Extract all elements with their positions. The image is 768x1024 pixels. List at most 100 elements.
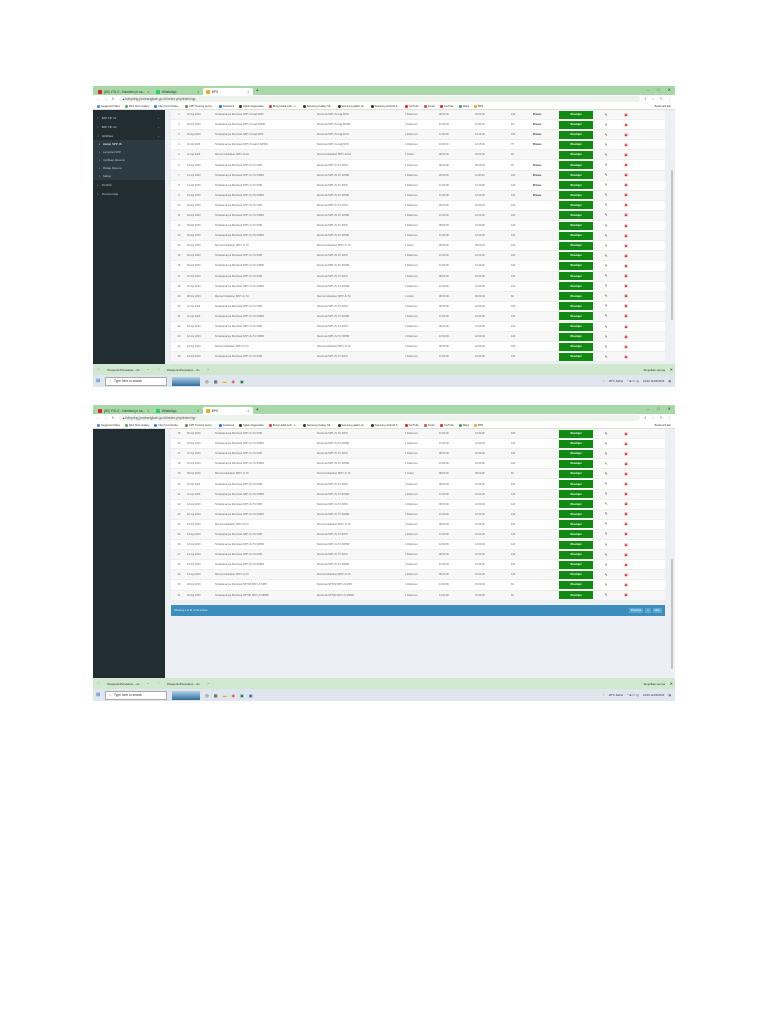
windows-icon[interactable]: ⊞ <box>96 692 100 698</box>
sidebar-item[interactable]: ○ Abdifikas ‹ <box>93 131 165 140</box>
edit-icon[interactable]: ✎ <box>593 224 619 228</box>
download-item[interactable]: PelaporanPerwalaus....xls <box>167 368 199 372</box>
edit-icon[interactable]: ✎ <box>593 133 619 137</box>
approve-button[interactable]: Disetujui <box>559 570 593 579</box>
new-tab-button[interactable]: + <box>256 88 259 94</box>
page-1-button[interactable]: 1 <box>645 607 651 613</box>
forward-icon[interactable]: → <box>104 97 107 101</box>
delete-icon[interactable]: ▣ <box>619 502 633 506</box>
approve-button[interactable]: Disetujui <box>559 211 593 220</box>
delete-icon[interactable]: ▣ <box>619 304 633 308</box>
download-item[interactable]: PelaporanPerwalaus....xls <box>107 682 139 686</box>
bookmark-item[interactable]: CPP Training perup... <box>184 104 214 108</box>
edit-icon[interactable]: ✎ <box>593 442 619 446</box>
delete-icon[interactable]: ▣ <box>619 472 633 476</box>
tab-bps[interactable]: BPS ✕ <box>202 88 253 95</box>
approve-button[interactable]: Disetujui <box>559 181 593 190</box>
approve-button[interactable]: Disetujui <box>559 191 593 200</box>
bookmark-item[interactable]: Samsung galaxi s4... <box>337 423 366 427</box>
menu-icon[interactable]: ⋮ <box>668 97 671 101</box>
edit-icon[interactable]: ✎ <box>593 492 619 496</box>
maximize-icon[interactable]: □ <box>657 87 659 92</box>
approve-button[interactable]: Disetujui <box>559 110 593 119</box>
url-input[interactable]: 🔒︎ kdhpring.jombangkab.go.id/index.php/i… <box>118 96 640 102</box>
close-window-icon[interactable]: ✕ <box>668 406 671 411</box>
approve-button[interactable]: Disetujui <box>559 130 593 139</box>
approve-button[interactable]: Disetujui <box>559 510 593 519</box>
bookmark-item[interactable]: Web Slice Gallery <box>124 104 149 108</box>
chevron-up-icon[interactable]: ^ <box>208 368 209 372</box>
approve-button[interactable]: Disetujui <box>559 312 593 321</box>
download-item[interactable]: PelaporanPerwalaus....xls <box>167 682 199 686</box>
delete-icon[interactable]: ▣ <box>619 355 633 359</box>
approve-button[interactable]: Disetujui <box>559 530 593 539</box>
delete-icon[interactable]: ▣ <box>619 123 633 127</box>
new-tab-button[interactable]: + <box>256 407 259 413</box>
excel-icon[interactable]: ▣ <box>240 379 244 384</box>
tray-icons[interactable]: ^ ⊕ ▭ ◁) <box>627 379 639 383</box>
approve-button[interactable]: Disetujui <box>559 231 593 240</box>
taskbar-search[interactable]: ⌕ Type here to search <box>105 690 168 700</box>
notification-icon[interactable]: ▤ <box>668 693 671 697</box>
puzzle-icon[interactable]: ✎ <box>660 97 663 101</box>
clock[interactable]: 14:02 11/05/2023 <box>643 379 665 383</box>
bookmark-item[interactable]: Maps <box>458 423 469 427</box>
delete-icon[interactable]: ▣ <box>619 314 633 318</box>
delete-icon[interactable]: ▣ <box>619 543 633 547</box>
chrome-icon[interactable]: ◉ <box>231 379 235 384</box>
edit-icon[interactable]: ✎ <box>593 213 619 217</box>
sidebar-item[interactable]: ▪ Verifikasi Absensi <box>93 156 165 164</box>
delete-icon[interactable]: ▣ <box>619 482 633 486</box>
approve-button[interactable]: Disetujui <box>559 500 593 509</box>
delete-icon[interactable]: ▣ <box>619 163 633 167</box>
maximize-icon[interactable]: □ <box>657 406 659 411</box>
task-view-icon[interactable]: ◎ <box>205 693 209 698</box>
download-item[interactable]: PelaporanPerwalaus....xls <box>107 368 139 372</box>
edit-icon[interactable]: ✎ <box>593 264 619 268</box>
other-bookmarks[interactable]: Bookmark lain <box>655 424 671 427</box>
approve-button[interactable]: Disetujui <box>559 332 593 341</box>
show-all-link[interactable]: Tampilkan semua <box>643 368 665 372</box>
show-all-link[interactable]: Tampilkan semua <box>643 682 665 686</box>
approve-button[interactable]: Disetujui <box>559 251 593 260</box>
approve-button[interactable]: Disetujui <box>559 120 593 129</box>
edit-icon[interactable]: ✎ <box>593 294 619 298</box>
puzzle-icon[interactable]: ✎ <box>660 416 663 420</box>
notification-icon[interactable]: ▤ <box>668 379 671 383</box>
approve-button[interactable]: Disetujui <box>559 469 593 478</box>
bookmark-item[interactable]: Bong Halak Leih - L... <box>268 104 298 108</box>
approve-button[interactable]: Disetujui <box>559 459 593 468</box>
sidebar-item[interactable]: ○ Preview Help <box>93 189 165 198</box>
sidebar-item[interactable]: ▪ Rekap Absensi <box>93 164 165 172</box>
edit-icon[interactable]: ✎ <box>593 543 619 547</box>
close-icon[interactable]: ✕ <box>247 409 250 413</box>
delete-icon[interactable]: ▣ <box>619 274 633 278</box>
bookmark-item[interactable]: Maps <box>458 104 469 108</box>
bookmark-item[interactable]: Suggested Sites <box>97 104 120 108</box>
bookmark-item[interactable]: bgikim.bigpesiaku <box>239 423 264 427</box>
sidebar-item[interactable]: ▪ Harian SPP JS <box>93 140 165 148</box>
delete-icon[interactable]: ▣ <box>619 284 633 288</box>
tab-youtube[interactable]: (80) YOLO - Hamilani pi na... ✕ <box>95 88 153 95</box>
bookmark-item[interactable]: Web Slice Gallery <box>124 423 149 427</box>
approve-button[interactable]: Disetujui <box>559 520 593 529</box>
delete-icon[interactable]: ▣ <box>619 452 633 456</box>
approve-button[interactable]: Disetujui <box>559 429 593 438</box>
delete-icon[interactable]: ▣ <box>619 183 633 187</box>
edit-icon[interactable]: ✎ <box>593 482 619 486</box>
approve-button[interactable]: Disetujui <box>559 161 593 170</box>
tab-whatsapp[interactable]: WhatsApp ✕ <box>153 88 203 95</box>
approve-button[interactable]: Disetujui <box>559 221 593 230</box>
close-icon[interactable]: ✕ <box>197 409 200 413</box>
edit-icon[interactable]: ✎ <box>593 593 619 597</box>
tab-bps[interactable]: BPS ✕ <box>202 407 253 414</box>
other-bookmarks[interactable]: Bookmark lain <box>655 105 671 108</box>
delete-icon[interactable]: ▣ <box>619 432 633 436</box>
approve-button[interactable]: Disetujui <box>559 490 593 499</box>
approve-button[interactable]: Disetujui <box>559 241 593 250</box>
bookmark-item[interactable]: Samsung android S... <box>370 423 400 427</box>
delete-icon[interactable]: ▣ <box>619 113 633 117</box>
next-button[interactable]: Next <box>652 607 662 613</box>
bookmark-item[interactable]: YouTube <box>439 104 454 108</box>
delete-icon[interactable]: ▣ <box>619 254 633 258</box>
